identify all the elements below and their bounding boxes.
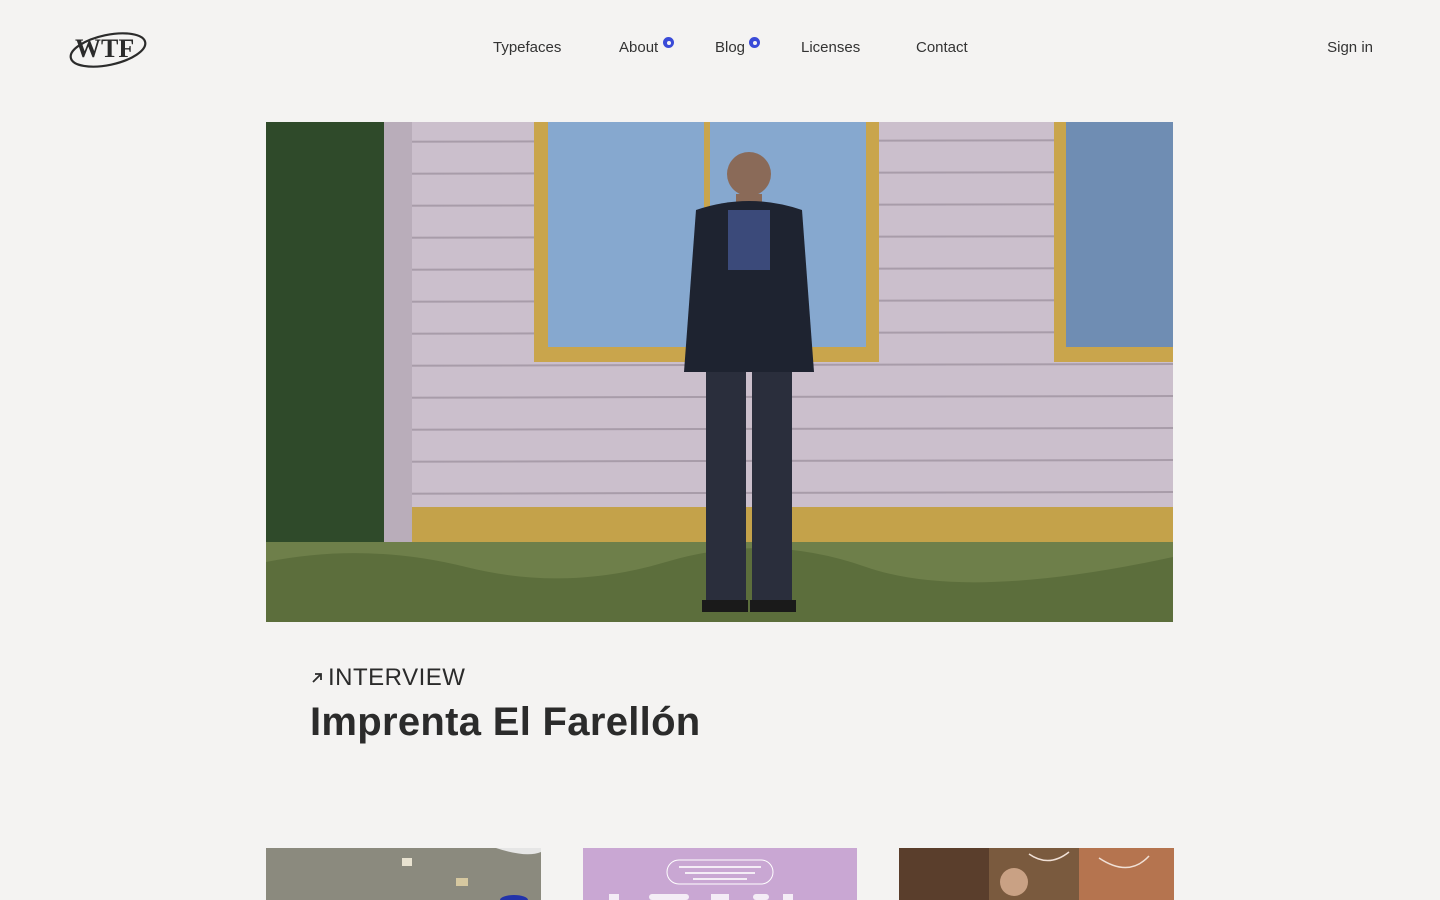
article-title[interactable]: Imprenta El Farellón xyxy=(310,698,701,746)
article-kicker-label: INTERVIEW xyxy=(328,664,466,691)
main-nav: Typefaces About Blog Licenses Contact xyxy=(0,36,1440,60)
article-kicker[interactable]: INTERVIEW xyxy=(310,662,701,694)
site-header: WTF Typefaces About Blog Licenses Contac… xyxy=(0,0,1440,96)
nav-typefaces[interactable]: Typefaces xyxy=(493,36,561,60)
sign-in-link[interactable]: Sign in xyxy=(1327,36,1373,60)
thumbnail-image xyxy=(899,848,1174,900)
article-thumbnail[interactable] xyxy=(266,848,541,900)
nav-contact[interactable]: Contact xyxy=(916,36,968,60)
hero-photo-illustration xyxy=(266,122,1173,622)
nav-blog[interactable]: Blog xyxy=(715,36,745,60)
nav-licenses[interactable]: Licenses xyxy=(801,36,860,60)
article-thumbnail[interactable] xyxy=(583,848,857,900)
thumbnail-image xyxy=(583,848,857,900)
article-thumbnail[interactable] xyxy=(899,848,1174,900)
blog-new-dot-icon xyxy=(749,37,760,48)
nav-about[interactable]: About xyxy=(619,36,658,60)
arrow-up-right-icon xyxy=(312,673,322,683)
hero-image[interactable] xyxy=(266,122,1173,622)
thumbnail-image xyxy=(266,848,541,900)
about-new-dot-icon xyxy=(663,37,674,48)
featured-article[interactable]: INTERVIEW Imprenta El Farellón xyxy=(310,662,701,746)
